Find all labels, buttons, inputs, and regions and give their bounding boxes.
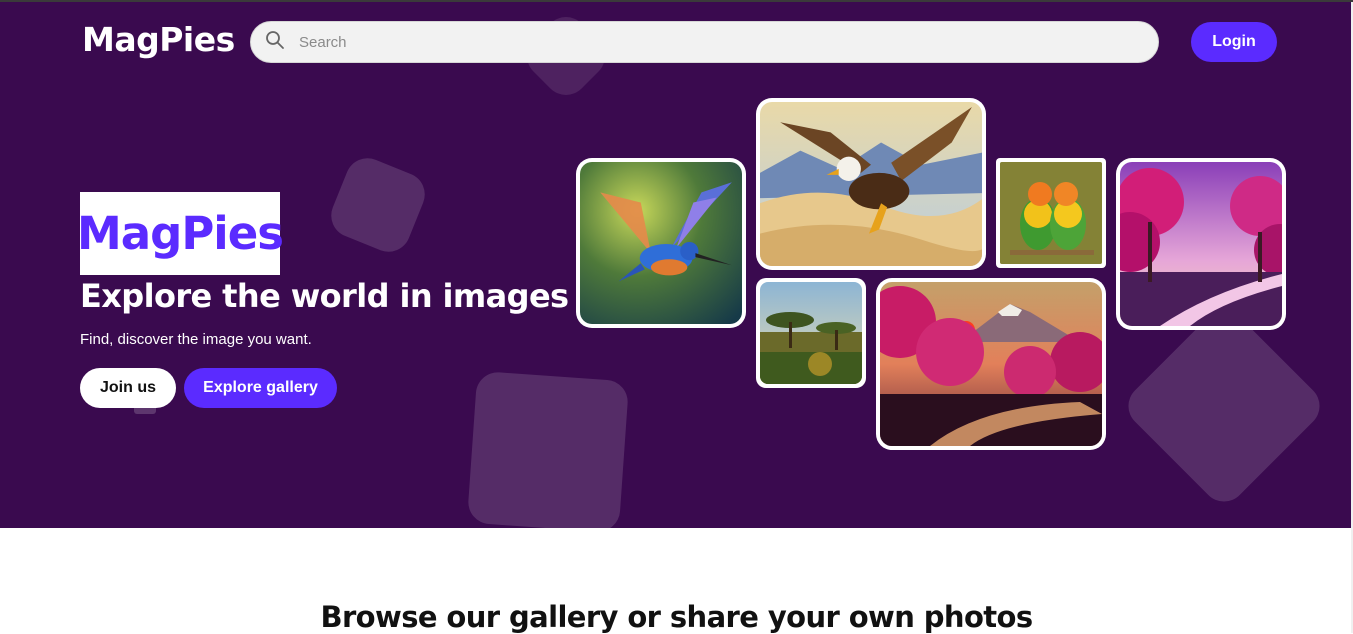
- join-us-button[interactable]: Join us: [80, 368, 176, 408]
- gallery-image-savanna[interactable]: [756, 278, 866, 388]
- search-input[interactable]: [299, 33, 1139, 51]
- section-heading: Browse our gallery or share your own pho…: [320, 600, 1033, 634]
- gallery-image-eagle[interactable]: [756, 98, 986, 270]
- explore-gallery-button[interactable]: Explore gallery: [184, 368, 337, 408]
- gallery-image-mount-fuji[interactable]: [876, 278, 1106, 450]
- search-icon: [265, 30, 285, 55]
- decorative-shape: [1119, 301, 1329, 511]
- site-logo[interactable]: MagPies: [82, 20, 235, 59]
- hero-brand-logo: MagPies: [77, 192, 284, 275]
- gallery-image-kingfisher[interactable]: [576, 158, 746, 328]
- login-button[interactable]: Login: [1191, 22, 1277, 62]
- gallery-image-pink-forest[interactable]: [1116, 158, 1286, 330]
- hero-subtitle: Find, discover the image you want.: [80, 331, 312, 348]
- decorative-shape: [324, 151, 432, 259]
- decorative-shape: [466, 370, 630, 528]
- hero-section: MagPies Login MagPies Explore the world …: [0, 2, 1351, 528]
- gallery-image-lovebirds[interactable]: [996, 158, 1106, 268]
- search-bar[interactable]: [250, 21, 1159, 63]
- hero-headline: Explore the world in images: [80, 277, 569, 315]
